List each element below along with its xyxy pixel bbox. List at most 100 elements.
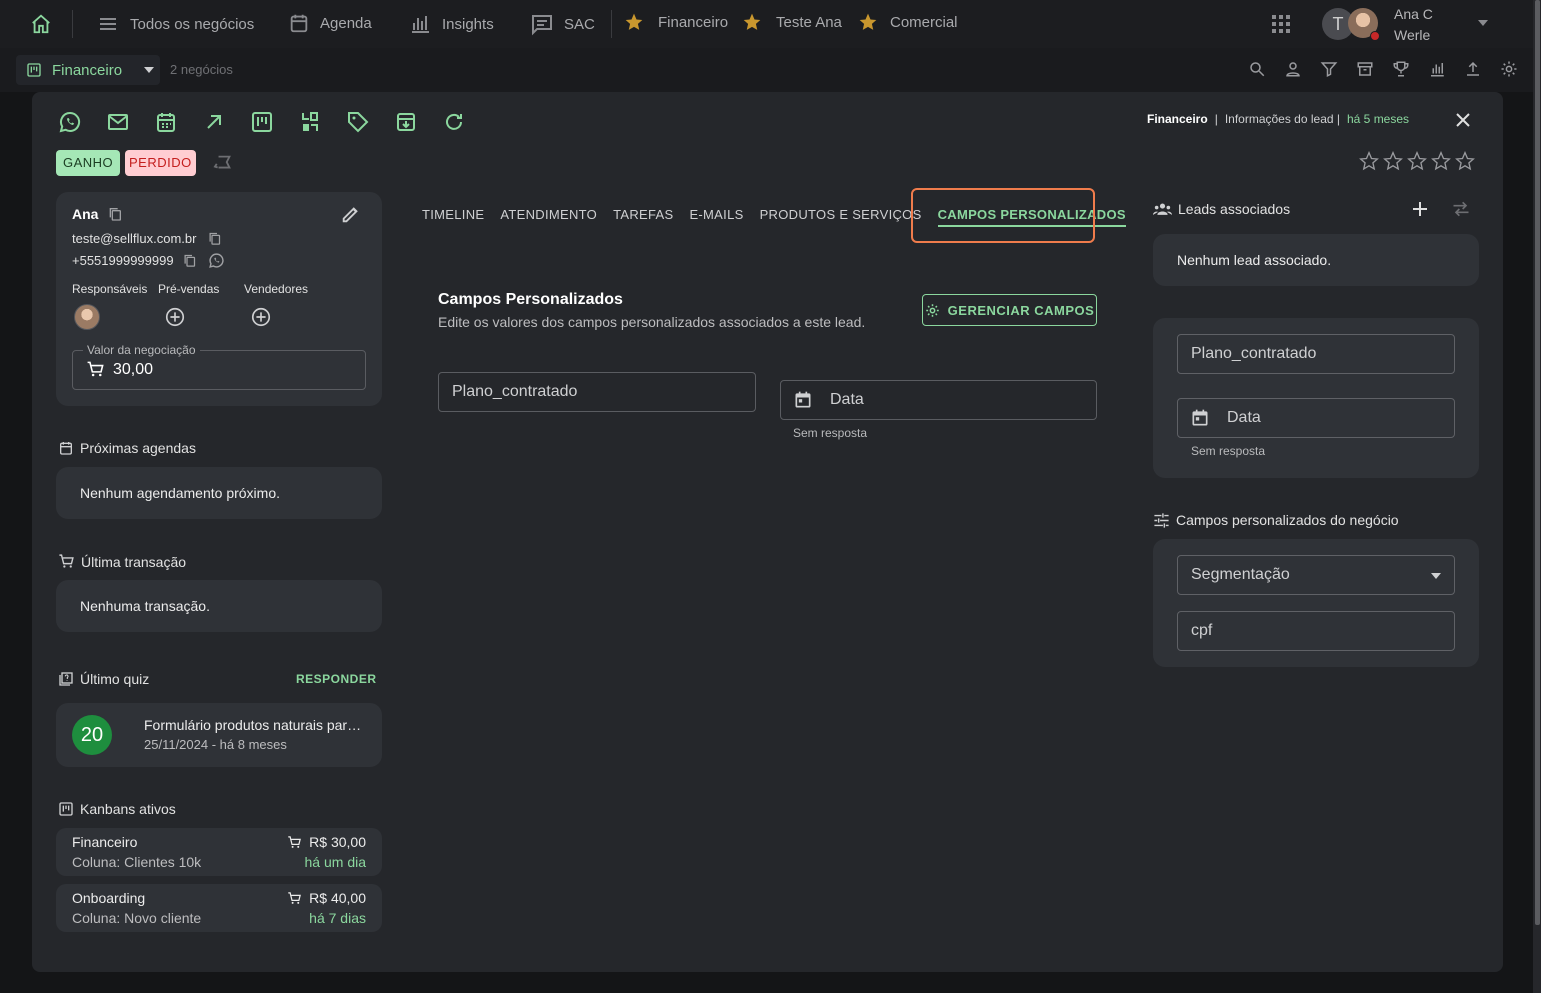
close-icon[interactable] [1455, 112, 1471, 128]
archive-icon[interactable] [394, 110, 418, 134]
arrow-up-right-icon[interactable] [202, 110, 226, 134]
cpf-field[interactable]: cpf [1177, 611, 1455, 651]
whatsapp-icon[interactable] [58, 110, 82, 134]
date-field[interactable]: Data [780, 380, 1097, 420]
date-field-placeholder: Data [830, 391, 864, 408]
kanban-icon[interactable] [250, 110, 274, 134]
copy-icon[interactable] [107, 206, 123, 222]
nav-insights-label: Insights [442, 15, 494, 33]
refresh-icon[interactable] [442, 110, 466, 134]
email-icon[interactable] [106, 110, 130, 134]
kanbans-title: Kanbans ativos [80, 801, 176, 817]
nav-fav-teste-ana[interactable]: Teste Ana [742, 12, 842, 32]
copy-icon[interactable] [207, 231, 222, 246]
chevron-down-icon[interactable] [1478, 20, 1488, 26]
board-select[interactable]: Financeiro [16, 55, 160, 85]
archive-icon[interactable] [1356, 60, 1374, 78]
transaction-title: Última transação [81, 553, 187, 570]
star-outline-icon [1359, 151, 1379, 171]
cpf-field-placeholder: cpf [1191, 622, 1213, 639]
add-icon[interactable] [1411, 200, 1429, 218]
deal-value[interactable]: 30,00 [113, 361, 153, 379]
custom-fields-title: Campos Personalizados [438, 291, 623, 308]
bar-chart-icon[interactable] [1428, 60, 1446, 78]
tab-emails[interactable]: E-MAILS [681, 207, 751, 227]
chevron-down-icon [144, 67, 155, 73]
lead-action-bar [58, 110, 466, 134]
deal-fields-title: Campos personalizados do negócio [1153, 512, 1399, 528]
nav-all-deals[interactable]: Todos os negócios [96, 12, 254, 36]
calendar-icon [1192, 409, 1208, 426]
kanban-item-value: R$ 40,00 [309, 890, 366, 906]
nav-all-deals-label: Todos os negócios [130, 15, 255, 33]
kanban-item-name: Onboarding [72, 890, 146, 906]
tab-tarefas[interactable]: TAREFAS [605, 207, 681, 227]
lead-plan-field-placeholder: Plano_contratado [1191, 345, 1317, 362]
quiz-name: Formulário produtos naturais para emagre… [144, 717, 366, 733]
home-icon[interactable] [30, 13, 52, 35]
tab-atendimento[interactable]: ATENDIMENTO [492, 207, 605, 227]
breadcrumb-section: Informações do lead | [1224, 112, 1340, 126]
reopen-icon[interactable] [213, 153, 235, 173]
segment-select[interactable]: Segmentação [1177, 555, 1455, 595]
lead-date-field[interactable]: Data [1177, 398, 1455, 438]
calendar-icon[interactable] [154, 110, 178, 134]
manage-fields-button[interactable]: GERENCIAR CAMPOS [922, 294, 1097, 326]
star-outline-icon [1407, 151, 1427, 171]
nav-divider [72, 10, 73, 38]
won-button[interactable]: GANHO [56, 150, 121, 176]
person-icon[interactable] [1284, 60, 1302, 78]
kanban-item-time: há 7 dias [309, 910, 366, 926]
add-circle-icon[interactable] [250, 306, 272, 328]
quiz-section-title: Último quiz [58, 671, 149, 687]
contact-name: Ana [72, 206, 99, 222]
nav-fav-comercial-label: Comercial [890, 13, 958, 31]
star-outline-icon [1455, 151, 1475, 171]
quiz-respond-button[interactable]: RESPONDER [296, 672, 377, 686]
star-outline-icon [1383, 151, 1403, 171]
tab-produtos[interactable]: PRODUTOS E SERVIÇOS [752, 207, 930, 227]
page-scrollbar-thumb[interactable] [1535, 0, 1540, 925]
manage-fields-label: GERENCIAR CAMPOS [947, 302, 1095, 318]
swap-icon[interactable] [1451, 200, 1471, 218]
custom-fields-subtitle: Edite os valores dos campos personalizad… [438, 314, 866, 330]
trophy-icon[interactable] [1392, 60, 1410, 78]
nav-agenda[interactable]: Agenda [288, 12, 372, 34]
breadcrumb-board[interactable]: Financeiro [1147, 112, 1208, 126]
nav-insights[interactable]: Insights [408, 12, 494, 36]
apps-grid-icon[interactable] [1271, 14, 1291, 34]
tune-icon [1154, 512, 1169, 528]
responsibles-label: Responsáveis [72, 282, 148, 296]
cart-icon [59, 554, 74, 568]
contact-phone: +5551999999999 [72, 253, 174, 268]
responsible-avatar[interactable] [74, 304, 100, 330]
copy-icon[interactable] [182, 253, 197, 268]
deal-value-label: Valor da negociação [83, 343, 200, 357]
nav-fav-comercial[interactable]: Comercial [858, 12, 958, 32]
kanban-item-value: R$ 30,00 [309, 834, 366, 850]
sellers-label: Vendedores [244, 282, 309, 296]
star-icon [743, 13, 761, 30]
nav-sac[interactable]: SAC [530, 12, 595, 36]
rating-stars[interactable] [1359, 151, 1475, 171]
tag-icon[interactable] [346, 110, 370, 134]
tab-timeline[interactable]: TIMELINE [414, 207, 492, 227]
deal-fields-label: Campos personalizados do negócio [1176, 512, 1399, 528]
plan-field[interactable]: Plano_contratado [438, 372, 756, 412]
plan-field-placeholder: Plano_contratado [452, 383, 578, 400]
nav-fav-financeiro-label: Financeiro [658, 13, 729, 31]
transfer-icon[interactable] [298, 110, 322, 134]
whatsapp-icon[interactable] [208, 252, 225, 269]
upload-icon[interactable] [1464, 60, 1482, 78]
filter-icon[interactable] [1320, 60, 1338, 78]
lead-plan-field[interactable]: Plano_contratado [1177, 334, 1455, 374]
nav-fav-financeiro[interactable]: Financeiro [624, 12, 728, 32]
user-name[interactable]: Ana C Werle [1394, 4, 1454, 46]
edit-icon[interactable] [340, 203, 362, 225]
add-circle-icon[interactable] [164, 306, 186, 328]
calendar-icon [60, 442, 72, 455]
lost-button[interactable]: PERDIDO [125, 150, 196, 176]
kanban-item-time: há um dia [304, 854, 366, 870]
search-icon[interactable] [1248, 60, 1266, 78]
gear-icon[interactable] [1500, 60, 1518, 78]
